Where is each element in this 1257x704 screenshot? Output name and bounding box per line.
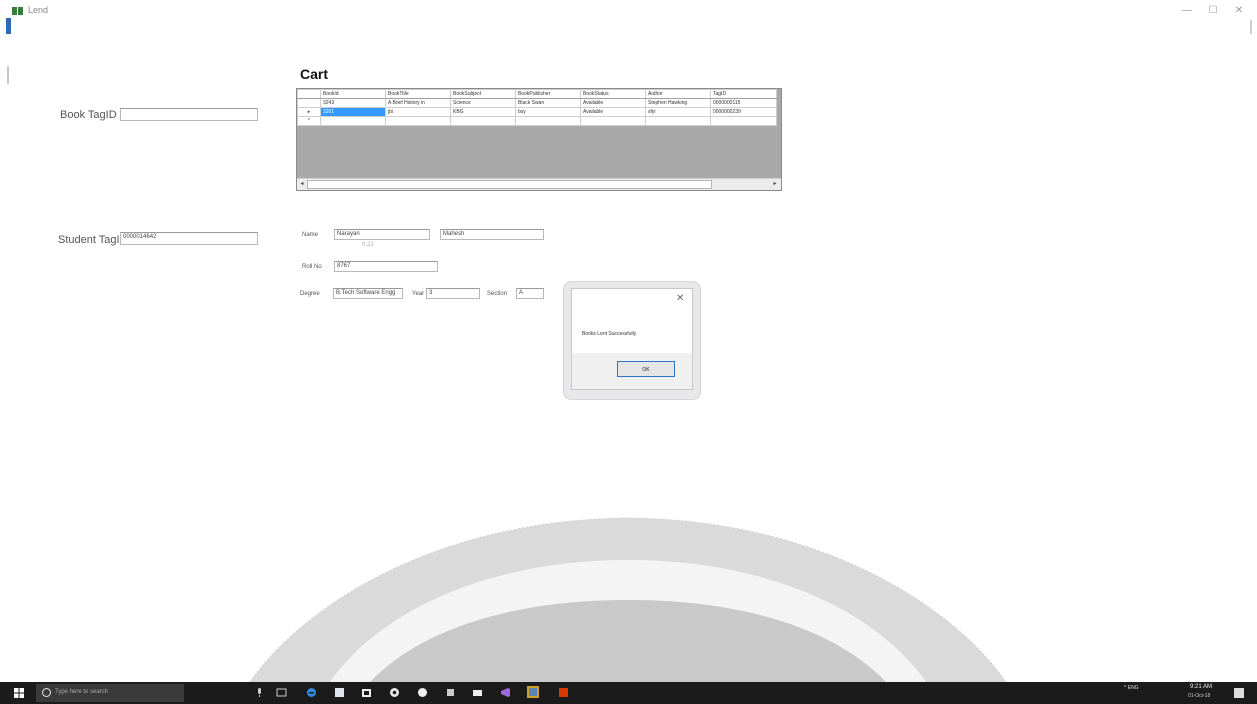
name-caption: 0.22 [362, 242, 374, 248]
row-header-corner [297, 89, 321, 99]
mic-icon[interactable] [254, 687, 265, 698]
row-header[interactable] [297, 98, 321, 108]
scroll-left-arrow-icon[interactable]: ◂ [298, 180, 306, 188]
year-label: Year [412, 291, 425, 297]
name-label: Name [302, 232, 319, 238]
grid-cell-selected[interactable]: 3201 [320, 107, 386, 117]
section-field[interactable]: A [516, 288, 544, 299]
first-name-field[interactable]: Narayan [334, 229, 430, 240]
sticky-app-icon[interactable] [527, 686, 539, 698]
window-accent [6, 18, 11, 34]
clock-time[interactable]: 9:21 AM [1190, 684, 1212, 690]
title-bar: Lend — ☐ ✕ [0, 0, 1257, 22]
search-icon [42, 688, 51, 697]
grid-cell[interactable]: A Brief History in [385, 98, 451, 108]
column-header[interactable]: BookId [320, 89, 386, 99]
new-row[interactable]: * [297, 116, 777, 126]
column-header[interactable]: Author [645, 89, 711, 99]
grid-cell[interactable]: 0000000239 [710, 107, 777, 117]
row-header-new[interactable]: * [297, 116, 321, 126]
search-placeholder: Type here to search [55, 689, 109, 695]
store-icon[interactable] [334, 687, 345, 698]
task-view-icon[interactable] [276, 687, 287, 698]
table-row[interactable]: 3243 A Brief History in Science Black Sw… [297, 98, 777, 108]
column-header[interactable]: BookStatus [580, 89, 646, 99]
grid-cell[interactable]: sfyi [645, 107, 711, 117]
windows-start-icon[interactable] [14, 688, 24, 698]
whatsapp-icon[interactable] [417, 687, 428, 698]
scroll-right-arrow-icon[interactable]: ▸ [771, 180, 779, 188]
grid-cell[interactable]: 0000000115 [710, 98, 777, 108]
resize-handle [7, 66, 9, 84]
minimize-button[interactable]: — [1176, 3, 1198, 19]
system-tray[interactable]: ^ ENG [1124, 685, 1139, 691]
close-button[interactable]: ✕ [1228, 3, 1250, 19]
grid-cell[interactable]: Stephen Hawking [645, 98, 711, 108]
section-label: Section [487, 291, 508, 297]
horizontal-scrollbar[interactable]: ◂ ▸ [297, 178, 781, 190]
chrome-icon[interactable] [389, 687, 400, 698]
message-dialog: ✕ Books Lent Successfully OK [571, 288, 693, 390]
grid-cell[interactable]: KBG [450, 107, 516, 117]
maximize-button[interactable]: ☐ [1202, 3, 1224, 19]
grid-cell[interactable]: bsy [515, 107, 581, 117]
dialog-message: Books Lent Successfully [582, 331, 637, 337]
book-tag-input[interactable] [120, 108, 258, 121]
grid-header-row: BookId BookTitle BookSubject BookPublish… [297, 89, 777, 99]
grid-cell[interactable]: jbi [385, 107, 451, 117]
notification-icon[interactable] [1234, 688, 1244, 698]
dialog-footer: OK [572, 353, 692, 389]
mail-icon[interactable] [472, 687, 483, 698]
grid-cell[interactable] [580, 116, 646, 126]
degree-field[interactable]: B.Tech Software Engg [333, 288, 403, 299]
roll-no-label: Roll No [302, 264, 322, 270]
book-tag-label: Book TagID [60, 109, 117, 121]
grid-cell[interactable] [645, 116, 711, 126]
student-tag-input[interactable]: 0000014642 [120, 232, 258, 245]
grid-cell[interactable]: Available [580, 98, 646, 108]
degree-label: Degree [300, 291, 320, 297]
column-header[interactable]: TagID [710, 89, 777, 99]
last-name-field[interactable]: Mahesh [440, 229, 544, 240]
cart-title: Cart [300, 66, 329, 82]
column-header[interactable]: BookTitle [385, 89, 451, 99]
grid-cell[interactable] [515, 116, 581, 126]
grid-cell[interactable]: Science [450, 98, 516, 108]
taskbar: Type here to search ^ ENG 9:21 AM 01-Oct… [0, 682, 1257, 704]
grid-cell[interactable]: Black Swan [515, 98, 581, 108]
grid-cell[interactable]: Available [580, 107, 646, 117]
explorer-icon[interactable] [361, 687, 372, 698]
resize-handle-right [1250, 20, 1252, 34]
row-header-current[interactable]: ▸ [297, 107, 321, 117]
column-header[interactable]: BookPublisher [515, 89, 581, 99]
grid-cell[interactable] [320, 116, 386, 126]
column-header[interactable]: BookSubject [450, 89, 516, 99]
edge-icon[interactable] [306, 687, 317, 698]
roll-no-field[interactable]: 8767 [334, 261, 438, 272]
cart-grid[interactable]: BookId BookTitle BookSubject BookPublish… [296, 88, 782, 191]
app-icon-generic[interactable] [445, 687, 456, 698]
table-row[interactable]: ▸ 3201 jbi KBG bsy Available sfyi 000000… [297, 107, 777, 117]
scroll-thumb[interactable] [307, 180, 712, 189]
grid-cell[interactable]: 3243 [320, 98, 386, 108]
app-icon [12, 7, 23, 15]
grid-cell[interactable] [385, 116, 451, 126]
ok-button[interactable]: OK [617, 361, 675, 377]
window-title: Lend [28, 5, 49, 15]
office-icon[interactable] [558, 687, 569, 698]
grid-cell[interactable] [710, 116, 777, 126]
visual-studio-icon[interactable] [500, 687, 511, 698]
student-tag-label: Student TagID [58, 234, 128, 246]
taskbar-search-box[interactable]: Type here to search [36, 684, 184, 702]
clock-date[interactable]: 01-Oct-18 [1188, 693, 1210, 699]
dialog-close-button[interactable]: ✕ [676, 293, 684, 304]
year-field[interactable]: 3 [426, 288, 480, 299]
grid-cell[interactable] [450, 116, 516, 126]
